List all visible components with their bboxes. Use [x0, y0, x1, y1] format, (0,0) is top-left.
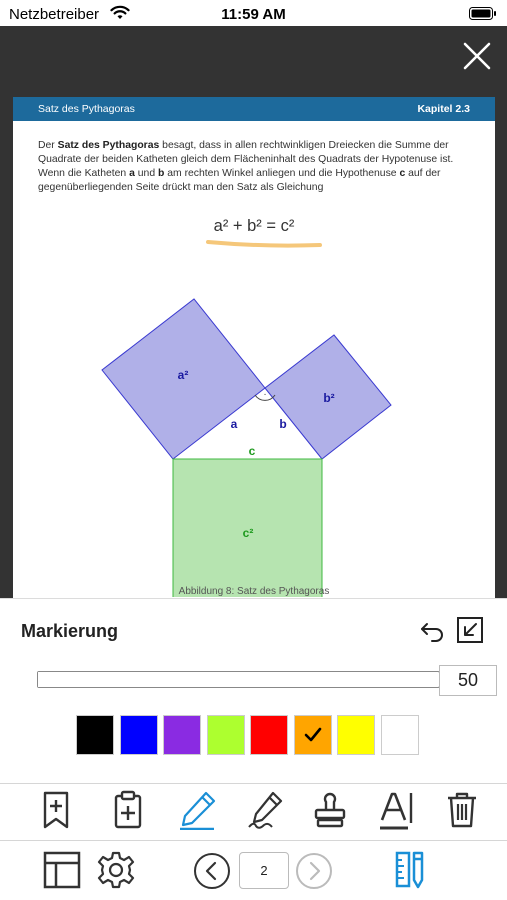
square-a-label: a² [178, 368, 189, 382]
settings-button[interactable] [94, 848, 138, 892]
document-viewer[interactable]: Satz des Pythagoras Kapitel 2.3 Der Satz… [0, 26, 507, 598]
gear-icon [97, 851, 135, 889]
layout-icon [43, 851, 81, 889]
chevron-left-icon [194, 853, 230, 889]
tools-toolbar [0, 784, 507, 841]
clipboard-add-button[interactable] [106, 790, 150, 834]
square-c-label: c² [243, 526, 254, 540]
color-swatch[interactable] [206, 715, 245, 755]
trash-icon [445, 790, 479, 835]
collapse-button[interactable] [455, 615, 485, 645]
side-c-label: c [249, 444, 256, 458]
side-b-label: b [279, 417, 286, 431]
clipboard-add-icon [112, 790, 144, 835]
page-number-input[interactable]: 2 [239, 852, 289, 889]
close-button[interactable] [461, 40, 493, 72]
close-icon [463, 42, 491, 70]
next-page-button[interactable] [292, 849, 336, 893]
document-page[interactable]: Satz des Pythagoras Kapitel 2.3 Der Satz… [13, 97, 495, 598]
panel-title: Markierung [21, 621, 119, 641]
checkmark-icon [295, 716, 331, 754]
stamp-button[interactable] [308, 790, 352, 834]
trash-button[interactable] [440, 790, 484, 834]
color-palette [76, 715, 424, 755]
battery-icon [469, 7, 497, 25]
undo-icon [421, 623, 443, 642]
text-cursor-button[interactable] [376, 790, 420, 834]
layout-button[interactable] [40, 848, 84, 892]
stamp-icon [311, 790, 349, 835]
stroke-size-value[interactable]: 50 [439, 665, 497, 696]
color-swatch[interactable] [76, 715, 114, 755]
square-b-label: b² [323, 391, 334, 405]
bookmark-add-icon [41, 790, 71, 835]
markup-panel: Markierung 50 [0, 598, 507, 784]
text-cursor-icon [378, 790, 418, 835]
color-swatch[interactable] [293, 715, 332, 755]
color-swatch[interactable] [119, 715, 158, 755]
color-swatch[interactable] [163, 715, 201, 755]
signature-pen-icon [246, 790, 286, 835]
right-angle-dot: · [263, 389, 266, 400]
undo-button[interactable] [418, 615, 448, 645]
stroke-size-fill [38, 672, 239, 687]
side-a-label: a [231, 417, 238, 431]
navigation-toolbar: 2 [0, 841, 507, 900]
signature-pen-button[interactable] [244, 790, 288, 834]
chevron-right-icon [296, 853, 332, 889]
ruler-tools-button[interactable] [387, 848, 431, 892]
color-swatch[interactable] [337, 715, 375, 755]
highlighter-pen-button[interactable] [176, 790, 220, 834]
bookmark-add-button[interactable] [34, 790, 78, 834]
highlighter-pen-icon [178, 790, 218, 835]
color-swatch[interactable] [380, 715, 419, 755]
status-time: 11:59 AM [221, 6, 286, 23]
figure-caption: Abbildung 8: Satz des Pythagoras [178, 586, 330, 597]
color-swatch[interactable] [250, 715, 288, 755]
stroke-size-slider[interactable] [37, 671, 440, 688]
pythagoras-figure: · a² b² c² a b c [101, 298, 392, 597]
ruler-pencil-icon [395, 851, 424, 889]
collapse-icon [457, 617, 483, 643]
previous-page-button[interactable] [190, 849, 234, 893]
status-bar: Netzbetreiber 11:59 AM [0, 0, 507, 26]
